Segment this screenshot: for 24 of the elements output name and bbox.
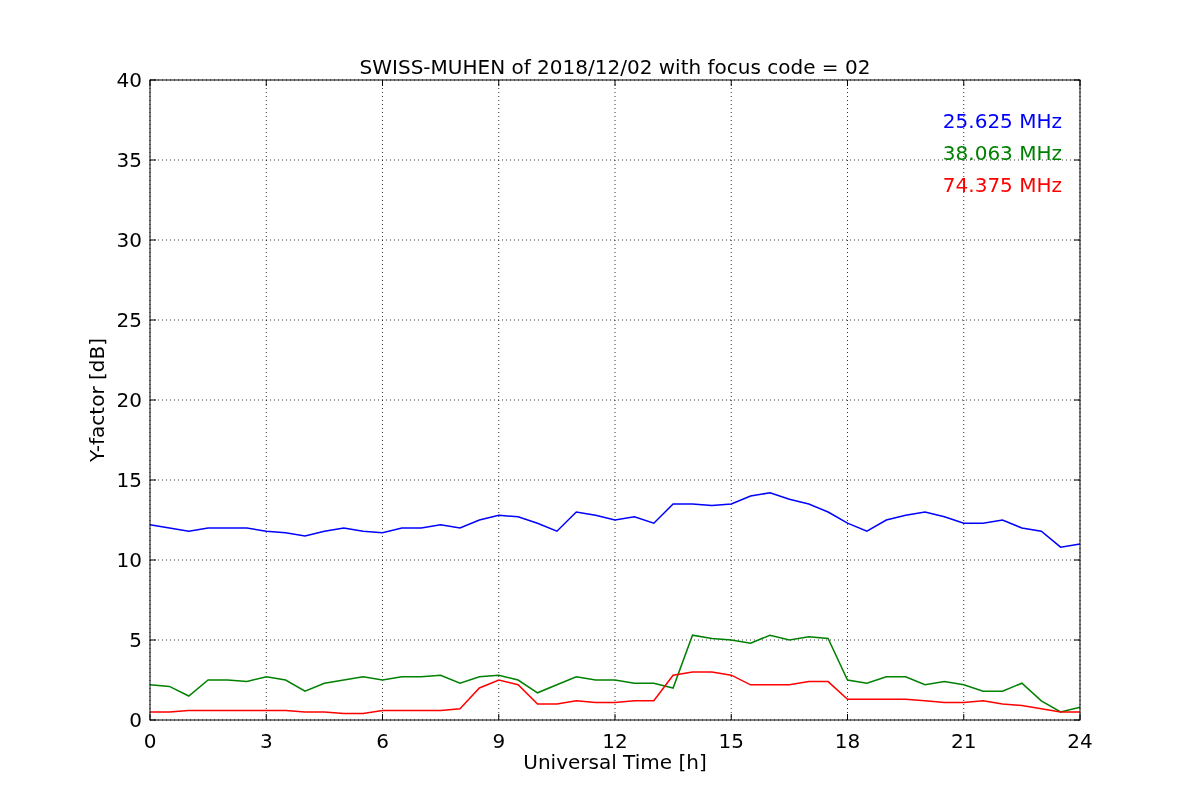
- axis-label: Universal Time [h]: [523, 750, 707, 774]
- tick-label: 10: [116, 548, 142, 572]
- tick-label: 24: [1067, 729, 1093, 753]
- tick-label: 3: [259, 729, 273, 753]
- tick-label: 35: [116, 148, 142, 172]
- tick-label: 6: [376, 729, 389, 753]
- tick-label: 21: [951, 729, 977, 753]
- tick-label: 5: [129, 628, 142, 652]
- legend-label: 74.375 MHz: [942, 173, 1062, 197]
- tick-label: 40: [116, 68, 142, 92]
- tick-label: 12: [602, 729, 628, 753]
- tick-label: 25: [116, 308, 142, 332]
- tick-label: 18: [834, 729, 861, 753]
- axis-label: Y-factor [dB]: [85, 338, 109, 462]
- tick-label: 0: [143, 729, 157, 753]
- tick-label: 0: [129, 708, 142, 732]
- legend-label: 38.063 MHz: [942, 141, 1062, 165]
- chart-title: SWISS-MUHEN of 2018/12/02 with focus code = 02: [359, 55, 871, 79]
- tick-label: 30: [116, 228, 142, 252]
- tick-label: 15: [116, 468, 142, 492]
- tick-label: 20: [116, 388, 142, 412]
- tick-label: 9: [492, 729, 506, 753]
- tick-label: 15: [718, 729, 744, 753]
- legend-label: 25.625 MHz: [942, 109, 1062, 133]
